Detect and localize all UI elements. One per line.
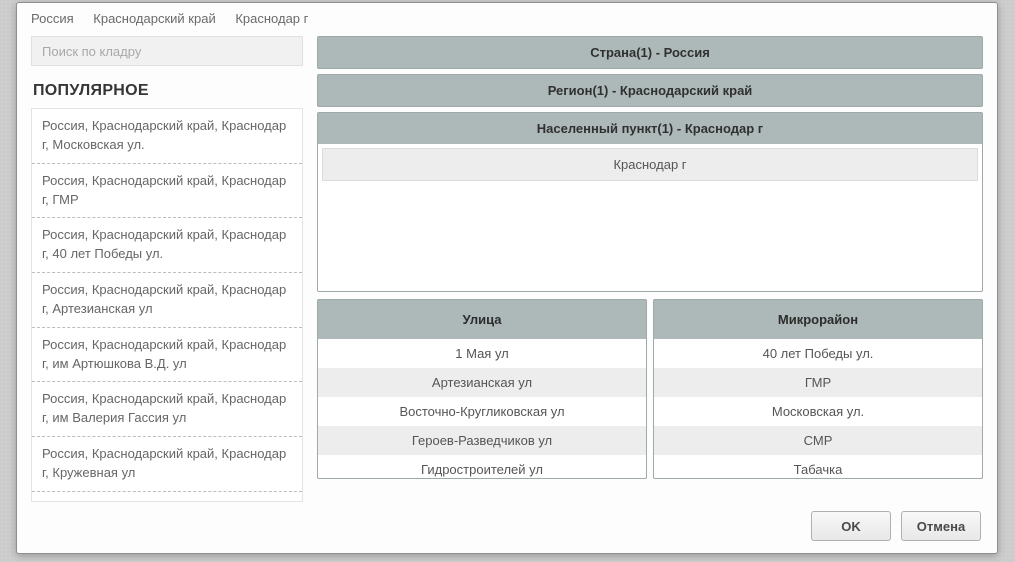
district-item[interactable]: Московская ул. (654, 397, 982, 426)
popular-list[interactable]: Россия, Краснодарский край, Краснодар г,… (31, 108, 303, 502)
street-item[interactable]: Гидростроителей ул (318, 455, 646, 478)
popular-item[interactable]: Россия, Краснодарский край, Краснодар г,… (32, 273, 302, 328)
cancel-button[interactable]: Отмена (901, 511, 981, 541)
kladr-dialog: Россия Краснодарский край Краснодар г ПО… (16, 2, 998, 554)
district-header: Микрорайон (654, 300, 982, 339)
popular-item[interactable]: Россия, Краснодарский край, Краснодар г,… (32, 437, 302, 492)
district-item[interactable]: Табачка (654, 455, 982, 478)
street-item[interactable]: Артезианская ул (318, 368, 646, 397)
popular-item[interactable]: Россия, Краснодарский край, Краснодар г,… (32, 328, 302, 383)
district-panel: Микрорайон 40 лет Победы ул. ГМР Московс… (653, 299, 983, 479)
popular-item[interactable]: Россия, Краснодарский край, Краснодар г,… (32, 109, 302, 164)
street-item[interactable]: 1 Мая ул (318, 339, 646, 368)
popular-item[interactable]: Россия, Краснодарский край, Краснодар г,… (32, 164, 302, 219)
district-item[interactable]: ГМР (654, 368, 982, 397)
level-region[interactable]: Регион(1) - Краснодарский край (317, 74, 983, 107)
locality-item[interactable]: Краснодар г (322, 148, 978, 181)
search-input[interactable] (31, 36, 303, 66)
level-country[interactable]: Страна(1) - Россия (317, 36, 983, 69)
locality-panel: Населенный пункт(1) - Краснодар г Красно… (317, 112, 983, 292)
district-list[interactable]: 40 лет Победы ул. ГМР Московская ул. СМР… (654, 339, 982, 478)
locality-header[interactable]: Населенный пункт(1) - Краснодар г (318, 113, 982, 144)
street-item[interactable]: Героев-Разведчиков ул (318, 426, 646, 455)
popular-item[interactable]: Россия, Краснодарский край, Краснодар г,… (32, 218, 302, 273)
breadcrumb-country[interactable]: Россия (31, 11, 74, 26)
street-header: Улица (318, 300, 646, 339)
popular-item[interactable]: Россия, Краснодарский край, Краснодар г,… (32, 382, 302, 437)
popular-title: ПОПУЛЯРНОЕ (33, 82, 303, 100)
district-item[interactable]: СМР (654, 426, 982, 455)
street-panel: Улица 1 Мая ул Артезианская ул Восточно-… (317, 299, 647, 479)
breadcrumb-region[interactable]: Краснодарский край (93, 11, 215, 26)
breadcrumb: Россия Краснодарский край Краснодар г (17, 3, 997, 32)
breadcrumb-city[interactable]: Краснодар г (235, 11, 308, 26)
street-list[interactable]: 1 Мая ул Артезианская ул Восточно-Кругли… (318, 339, 646, 478)
dialog-footer: OK Отмена (811, 511, 981, 541)
popular-item[interactable]: Россия, Краснодарский край, Краснодар г,… (32, 492, 302, 502)
street-item[interactable]: Восточно-Кругликовская ул (318, 397, 646, 426)
ok-button[interactable]: OK (811, 511, 891, 541)
district-item[interactable]: 40 лет Победы ул. (654, 339, 982, 368)
